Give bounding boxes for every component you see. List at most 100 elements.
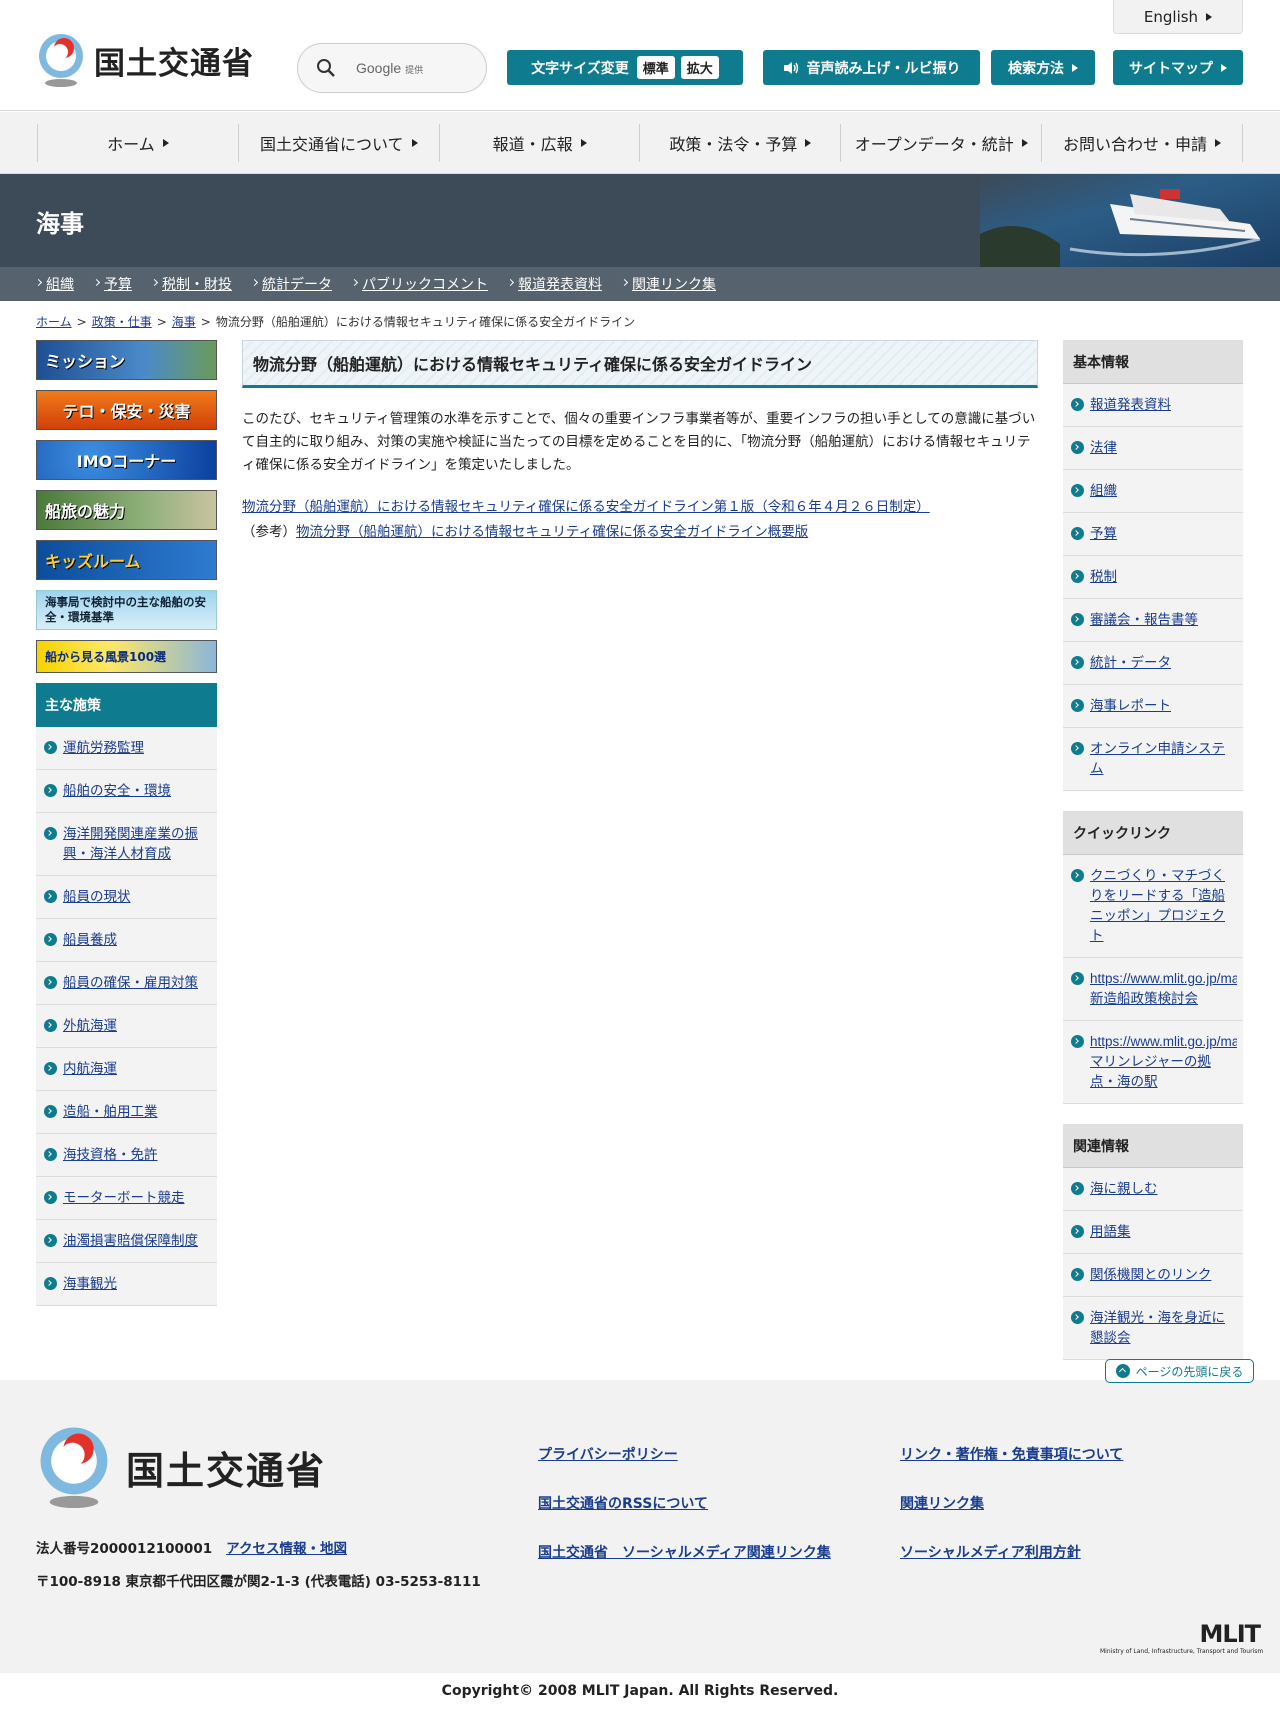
privacy-policy-link[interactable]: プライバシーポリシー <box>538 1444 900 1464</box>
circle-arrow-icon <box>44 1191 57 1204</box>
circle-arrow-icon <box>1071 1311 1084 1324</box>
breadcrumb-home[interactable]: ホーム <box>36 315 72 329</box>
mlit-subtitle: Ministry of Land, Infrastructure, Transp… <box>1100 1648 1264 1655</box>
circle-arrow-icon <box>1071 484 1084 497</box>
list-item[interactable]: 内航海運 <box>36 1048 217 1091</box>
list-item[interactable]: https://www.mlit.go.jp/maritime/新造船政策検討会 <box>1063 958 1243 1021</box>
circle-arrow-icon <box>44 741 57 754</box>
footer-links: プライバシーポリシー リンク・著作権・免責事項について 国土交通省のRSSについ… <box>538 1444 1138 1562</box>
font-size-large-button[interactable]: 拡大 <box>680 56 719 79</box>
list-item[interactable]: 油濁損害賠償保障制度 <box>36 1220 217 1263</box>
arrow-right-icon <box>1072 63 1078 72</box>
policies-heading: 主な施策 <box>36 683 217 727</box>
section-title: 海事 <box>36 210 84 238</box>
subnav-stats[interactable]: 統計データ <box>252 274 332 294</box>
gnav-policy[interactable]: 政策・法令・予算 <box>639 124 840 162</box>
subnav-links[interactable]: 関連リンク集 <box>622 274 716 294</box>
list-item[interactable]: モーターボート競走 <box>36 1177 217 1220</box>
list-item[interactable]: 海洋開発関連産業の振興・海洋人材育成 <box>36 813 217 876</box>
list-item[interactable]: 審議会・報告書等 <box>1063 599 1243 642</box>
search-icon[interactable] <box>316 58 336 78</box>
list-item[interactable]: 船員の確保・雇用対策 <box>36 962 217 1005</box>
site-logo[interactable]: 国土交通省 <box>36 32 254 88</box>
related-links-link[interactable]: 関連リンク集 <box>900 1493 1200 1513</box>
circle-arrow-icon <box>1071 441 1084 454</box>
mlit-logo-icon <box>39 34 83 87</box>
subnav-organization[interactable]: 組織 <box>36 274 74 294</box>
gnav-press[interactable]: 報道・広報 <box>438 124 640 162</box>
banner-100-views[interactable]: 船から見る風景100選 <box>36 640 217 673</box>
reference-prefix: （参考） <box>242 524 296 540</box>
banner-safety-standards[interactable]: 海事局で検討中の主な船舶の安全・環境基準 <box>36 590 217 630</box>
banner-cruise[interactable]: 船旅の魅力 <box>36 490 217 530</box>
circle-arrow-icon <box>44 1105 57 1118</box>
audio-ruby-button[interactable]: 音声読み上げ・ルビ振り <box>763 50 980 85</box>
gnav-opendata[interactable]: オープンデータ・統計 <box>840 124 1041 162</box>
list-item[interactable]: 外航海運 <box>36 1005 217 1048</box>
footer-logo[interactable]: 国土交通省 <box>36 1424 326 1510</box>
list-item[interactable]: 船舶の安全・環境 <box>36 770 217 813</box>
social-media-links-link[interactable]: 国土交通省 ソーシャルメディア関連リンク集 <box>538 1542 900 1562</box>
list-item[interactable]: 組織 <box>1063 470 1243 513</box>
list-item[interactable]: 船員養成 <box>36 919 217 962</box>
copyright-disclaimer-link[interactable]: リンク・著作権・免責事項について <box>900 1444 1200 1464</box>
list-item[interactable]: 海事観光 <box>36 1263 217 1306</box>
list-item[interactable]: 海に親しむ <box>1063 1168 1243 1211</box>
address: 〒100-8918 東京都千代田区霞が関2-1-3 (代表電話) 03-5253… <box>36 1574 481 1590</box>
search-box[interactable]: Google 提供 <box>297 43 487 93</box>
list-item[interactable]: 予算 <box>1063 513 1243 556</box>
list-item[interactable]: https://www.mlit.go.jp/maritime/マリンレジャーの… <box>1063 1021 1243 1104</box>
gnav-home[interactable]: ホーム <box>37 124 238 162</box>
list-item[interactable]: 報道発表資料 <box>1063 384 1243 427</box>
arrow-up-icon <box>1115 1364 1130 1378</box>
site-header: 国土交通省 Google 提供 English 文字サイズ変更 標準 拡大 音声読… <box>0 0 1280 111</box>
list-item[interactable]: 造船・舶用工業 <box>36 1091 217 1134</box>
list-item[interactable]: 法律 <box>1063 427 1243 470</box>
rss-link[interactable]: 国土交通省のRSSについて <box>538 1493 900 1513</box>
list-item[interactable]: 統計・データ <box>1063 642 1243 685</box>
site-footer: 国土交通省 法人番号2000012100001 アクセス情報・地図 〒100-89… <box>0 1380 1280 1673</box>
mlit-logo-icon <box>40 1427 108 1509</box>
related-info-heading: 関連情報 <box>1063 1124 1243 1168</box>
list-item[interactable]: 海技資格・免許 <box>36 1134 217 1177</box>
list-item[interactable]: 税制 <box>1063 556 1243 599</box>
subnav-public-comment[interactable]: パブリックコメント <box>352 274 488 294</box>
list-item[interactable]: クニづくり・マチづくりをリードする「造船ニッポン」プロジェクト <box>1063 855 1243 958</box>
search-placeholder[interactable]: Google 提供 <box>356 60 423 76</box>
search-method-button[interactable]: 検索方法 <box>991 50 1095 85</box>
banner-mission[interactable]: ミッション <box>36 340 217 380</box>
list-item[interactable]: 海洋観光・海を身近に懇談会 <box>1063 1297 1243 1360</box>
banner-terror-security[interactable]: テロ・保安・災害 <box>36 390 217 430</box>
circle-arrow-icon <box>44 890 57 903</box>
social-media-policy-link[interactable]: ソーシャルメディア利用方針 <box>900 1542 1200 1562</box>
breadcrumb-policy[interactable]: 政策・仕事 <box>92 315 152 329</box>
list-item[interactable]: 船員の現状 <box>36 876 217 919</box>
english-button[interactable]: English <box>1113 0 1243 34</box>
font-size-standard-button[interactable]: 標準 <box>636 56 675 79</box>
breadcrumb: ホーム > 政策・仕事 > 海事 > 物流分野（船舶運航）における情報セキュリティ確保に係る… <box>36 315 636 329</box>
logo-text: 国土交通省 <box>94 45 254 82</box>
subnav-press[interactable]: 報道発表資料 <box>508 274 602 294</box>
circle-arrow-icon <box>1071 656 1084 669</box>
breadcrumb-maritime[interactable]: 海事 <box>172 315 196 329</box>
guideline-summary-link[interactable]: 物流分野（船舶運航）における情報セキュリティ確保に係る安全ガイドライン概要版 <box>296 524 808 540</box>
list-item[interactable]: 関係機関とのリンク <box>1063 1254 1243 1297</box>
sitemap-button[interactable]: サイトマップ <box>1113 50 1243 85</box>
banner-imo[interactable]: IMOコーナー <box>36 440 217 480</box>
subnav-budget[interactable]: 予算 <box>94 274 132 294</box>
banner-kids-room[interactable]: キッズルーム <box>36 540 217 580</box>
list-item[interactable]: 海事レポート <box>1063 685 1243 728</box>
circle-arrow-icon <box>44 976 57 989</box>
access-map-link[interactable]: アクセス情報・地図 <box>226 1541 347 1557</box>
guideline-v1-link[interactable]: 物流分野（船舶運航）における情報セキュリティ確保に係る安全ガイドライン第１版（令… <box>242 499 930 515</box>
subnav-tax[interactable]: 税制・財投 <box>152 274 232 294</box>
circle-arrow-icon <box>1071 613 1084 626</box>
circle-arrow-icon <box>1071 527 1084 540</box>
back-to-top-button[interactable]: ページの先頭に戻る <box>1105 1359 1254 1383</box>
list-item[interactable]: 用語集 <box>1063 1211 1243 1254</box>
circle-arrow-icon <box>44 933 57 946</box>
list-item[interactable]: 運航労務監理 <box>36 727 217 770</box>
gnav-about[interactable]: 国土交通省について <box>237 124 439 162</box>
list-item[interactable]: オンライン申請システム <box>1063 728 1243 791</box>
gnav-contact[interactable]: お問い合わせ・申請 <box>1041 124 1243 162</box>
